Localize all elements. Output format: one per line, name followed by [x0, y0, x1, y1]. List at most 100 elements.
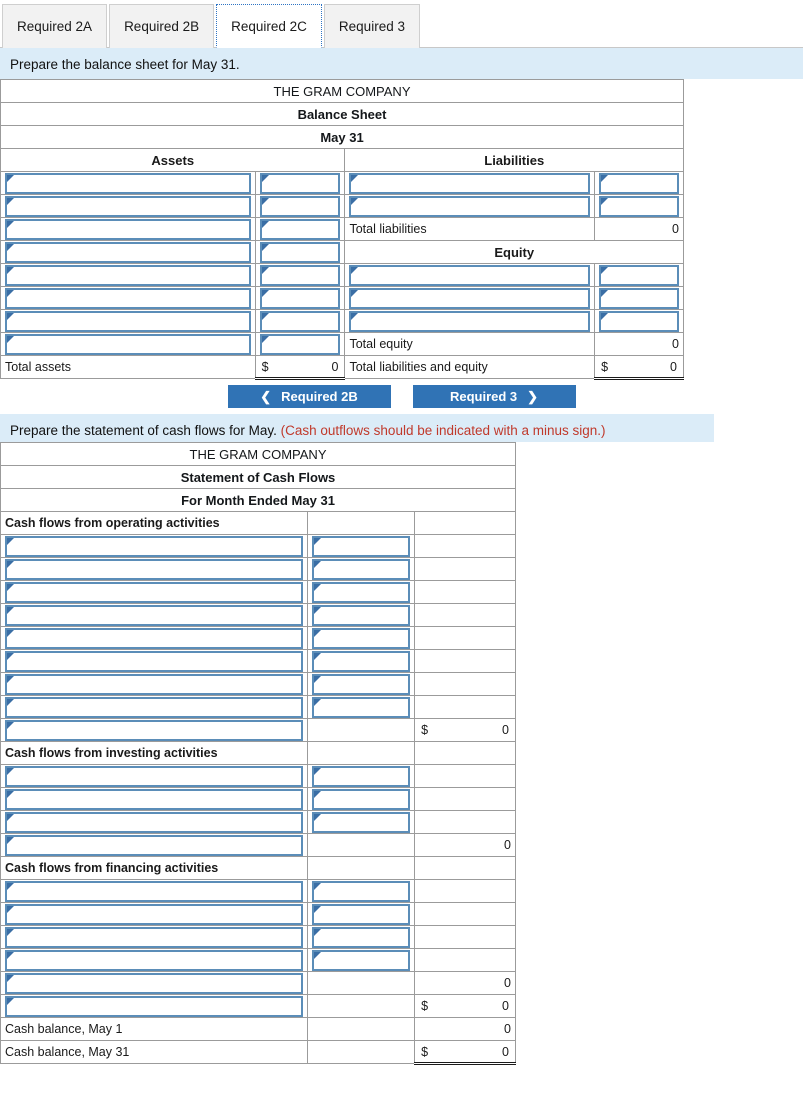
operating-label-cell-3[interactable]	[0, 580, 309, 604]
asset-account-select-2[interactable]	[5, 195, 251, 217]
asset-amount-input-8[interactable]	[259, 333, 341, 355]
asset-amount-cell-7[interactable]	[254, 309, 346, 333]
operating-amount-input-8[interactable]	[312, 696, 411, 718]
investing-amount-input-1[interactable]	[312, 765, 411, 787]
operating-label-cell-6[interactable]	[0, 649, 309, 673]
operating-amount-cell-8[interactable]	[307, 695, 416, 719]
investing-account-select-2[interactable]	[5, 788, 304, 810]
asset-amount-cell-6[interactable]	[254, 286, 346, 310]
investing-total-select[interactable]	[5, 834, 304, 856]
asset-amount-cell-1[interactable]	[254, 171, 346, 195]
financing-account-select-3[interactable]	[5, 926, 304, 948]
financing-account-select-4[interactable]	[5, 949, 304, 971]
asset-amount-cell-2[interactable]	[254, 194, 346, 218]
investing-total-label-cell[interactable]	[0, 833, 309, 857]
asset-account-select-8[interactable]	[5, 333, 251, 355]
asset-amount-input-3[interactable]	[259, 218, 341, 240]
asset-amount-input-1[interactable]	[259, 172, 341, 194]
investing-account-select-1[interactable]	[5, 765, 304, 787]
asset-account-select-3[interactable]	[5, 218, 251, 240]
asset-amount-input-2[interactable]	[259, 195, 341, 217]
operating-account-select-6[interactable]	[5, 650, 304, 672]
financing-label-cell-3[interactable]	[0, 925, 309, 949]
financing-amount-cell-3[interactable]	[307, 925, 416, 949]
investing-amount-input-2[interactable]	[312, 788, 411, 810]
operating-account-select-8[interactable]	[5, 696, 304, 718]
asset-label-cell-3[interactable]	[0, 217, 256, 241]
financing-label-cell-1[interactable]	[0, 879, 309, 903]
liability-label-cell-1[interactable]	[344, 171, 596, 195]
equity-account-select-2[interactable]	[349, 287, 591, 309]
asset-amount-cell-8[interactable]	[254, 332, 346, 356]
operating-amount-cell-5[interactable]	[307, 626, 416, 650]
operating-amount-cell-1[interactable]	[307, 534, 416, 558]
operating-amount-cell-4[interactable]	[307, 603, 416, 627]
asset-amount-cell-4[interactable]	[254, 240, 346, 264]
tab-required-2a[interactable]: Required 2A	[2, 4, 108, 48]
equity-label-cell-2[interactable]	[344, 286, 596, 310]
operating-account-select-4[interactable]	[5, 604, 304, 626]
operating-amount-input-1[interactable]	[312, 535, 411, 557]
operating-amount-input-4[interactable]	[312, 604, 411, 626]
investing-amount-cell-2[interactable]	[307, 787, 416, 811]
financing-amount-input-1[interactable]	[312, 880, 411, 902]
financing-total-select[interactable]	[5, 972, 304, 994]
next-required-3-button[interactable]: Required 3 ❯	[412, 385, 576, 408]
investing-label-cell-3[interactable]	[0, 810, 309, 834]
operating-label-cell-4[interactable]	[0, 603, 309, 627]
equity-amount-input-1[interactable]	[599, 264, 679, 286]
equity-label-cell-1[interactable]	[344, 263, 596, 287]
investing-label-cell-2[interactable]	[0, 787, 309, 811]
liability-amount-cell-1[interactable]	[594, 171, 684, 195]
operating-account-select-5[interactable]	[5, 627, 304, 649]
asset-amount-input-5[interactable]	[259, 264, 341, 286]
tab-required-2c[interactable]: Required 2C	[216, 4, 322, 48]
operating-total-select[interactable]	[5, 719, 304, 741]
asset-amount-cell-3[interactable]	[254, 217, 346, 241]
financing-label-cell-4[interactable]	[0, 948, 309, 972]
operating-amount-cell-3[interactable]	[307, 580, 416, 604]
equity-amount-input-3[interactable]	[599, 310, 679, 332]
equity-account-select-1[interactable]	[349, 264, 591, 286]
asset-amount-cell-5[interactable]	[254, 263, 346, 287]
asset-account-select-5[interactable]	[5, 264, 251, 286]
asset-label-cell-4[interactable]	[0, 240, 256, 264]
liability-amount-input-1[interactable]	[599, 172, 679, 194]
operating-label-cell-5[interactable]	[0, 626, 309, 650]
asset-label-cell-8[interactable]	[0, 332, 256, 356]
investing-amount-input-3[interactable]	[312, 811, 411, 833]
asset-account-select-1[interactable]	[5, 172, 251, 194]
liability-account-select-2[interactable]	[349, 195, 591, 217]
operating-label-cell-7[interactable]	[0, 672, 309, 696]
asset-amount-input-7[interactable]	[259, 310, 341, 332]
operating-label-cell-2[interactable]	[0, 557, 309, 581]
operating-account-select-7[interactable]	[5, 673, 304, 695]
financing-amount-cell-4[interactable]	[307, 948, 416, 972]
equity-label-cell-3[interactable]	[344, 309, 596, 333]
operating-account-select-1[interactable]	[5, 535, 304, 557]
operating-amount-input-5[interactable]	[312, 627, 411, 649]
liability-amount-cell-2[interactable]	[594, 194, 684, 218]
financing-amount-input-3[interactable]	[312, 926, 411, 948]
operating-amount-input-3[interactable]	[312, 581, 411, 603]
operating-total-label-cell[interactable]	[0, 718, 309, 742]
investing-label-cell-1[interactable]	[0, 764, 309, 788]
operating-amount-input-7[interactable]	[312, 673, 411, 695]
asset-account-select-4[interactable]	[5, 241, 251, 263]
operating-label-cell-8[interactable]	[0, 695, 309, 719]
asset-account-select-7[interactable]	[5, 310, 251, 332]
asset-label-cell-7[interactable]	[0, 309, 256, 333]
financing-amount-cell-2[interactable]	[307, 902, 416, 926]
asset-label-cell-5[interactable]	[0, 263, 256, 287]
operating-amount-cell-2[interactable]	[307, 557, 416, 581]
equity-amount-cell-3[interactable]	[594, 309, 684, 333]
equity-amount-input-2[interactable]	[599, 287, 679, 309]
financing-amount-cell-1[interactable]	[307, 879, 416, 903]
operating-label-cell-1[interactable]	[0, 534, 309, 558]
operating-account-select-3[interactable]	[5, 581, 304, 603]
operating-amount-input-6[interactable]	[312, 650, 411, 672]
equity-account-select-3[interactable]	[349, 310, 591, 332]
investing-amount-cell-1[interactable]	[307, 764, 416, 788]
financing-account-select-1[interactable]	[5, 880, 304, 902]
asset-label-cell-2[interactable]	[0, 194, 256, 218]
